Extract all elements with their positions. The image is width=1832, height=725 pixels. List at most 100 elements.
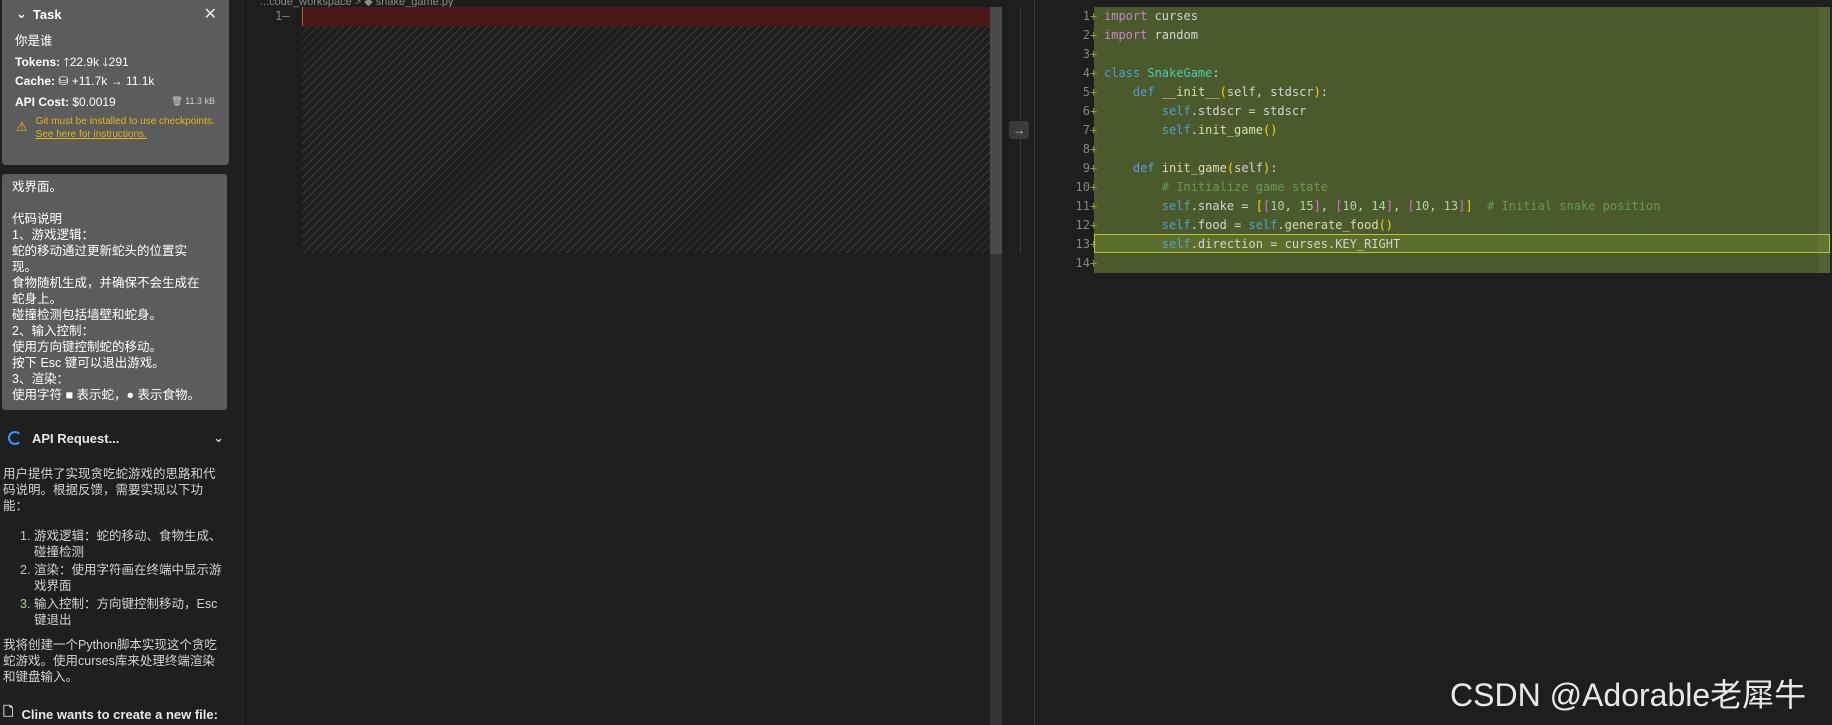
list-item: 2. 渲染：使用字符画在终端中显示游戏界面 (20, 563, 222, 593)
list-item: 1. 游戏逻辑：蛇的移动、食物生成、碰撞检测 (20, 529, 222, 559)
tokens-row: Tokens: 🡑22.9k 🡓291 (15, 53, 129, 74)
removed-line (302, 7, 1002, 26)
warning-icon: ⚠ (16, 119, 28, 134)
added-marker: + (1090, 256, 1098, 270)
added-marker: + (1090, 218, 1098, 232)
code-text: self.food = self.generate_food() (1161, 218, 1394, 232)
code-line[interactable]: 2+ import random (1036, 26, 1198, 45)
size-badge-label: 11.3 kB (185, 96, 215, 106)
card-line: 蛇的移动通过更新蛇头的位置实 (12, 244, 188, 258)
line-number: 10 (1075, 180, 1090, 194)
chevron-down-icon: ⌄ (213, 430, 224, 445)
line-number: 14 (1075, 256, 1090, 270)
chevron-down-icon: ⌄ (16, 6, 27, 21)
added-marker: + (1090, 142, 1098, 156)
list-item: 3. 输入控制：方向键控制移动，Esc键退出 (20, 597, 218, 627)
scrollbar-track[interactable] (1818, 7, 1832, 273)
scrollbar-thumb[interactable] (990, 7, 1002, 254)
requirement-list: 1. 游戏逻辑：蛇的移动、食物生成、碰撞检测 2. 渲染：使用字符画在终端中显示游戏… (20, 528, 225, 630)
cache-row: Cache: ⛁ +11.7k → 11.1k (15, 74, 154, 88)
code-line[interactable]: 12+ self.food = self.generate_food() (1036, 216, 1393, 235)
size-badge[interactable]: 🗑 11.3 kB (171, 96, 215, 107)
added-marker: + (1090, 66, 1098, 80)
line-number: 12 (1075, 218, 1090, 232)
assistant-message-card: 戏界面。 代码说明 1、游戏逻辑： 蛇的移动通过更新蛇头的位置实 现。 食物随机… (2, 174, 227, 410)
code-line[interactable]: 13+ self.direction = curses.KEY_RIGHT (1036, 235, 1401, 254)
line-number: 5 (1082, 85, 1090, 99)
code-line[interactable]: 3+ (1036, 45, 1104, 64)
added-marker: + (1090, 123, 1098, 137)
cost-label: API Cost: (15, 95, 69, 109)
diff-divider (1034, 0, 1035, 725)
task-header: ⌄ Task ✕ 你是谁 Tokens: 🡑22.9k 🡓291 Cache: … (2, 0, 229, 165)
task-title: Task (32, 6, 62, 22)
new-file-icon: 🗋 (3, 704, 14, 719)
empty-diff-region (302, 26, 1001, 253)
code-text: import curses (1104, 9, 1198, 23)
code-line[interactable]: 6+ self.stdscr = stdscr (1036, 102, 1307, 121)
new-file-label: Cline wants to create a new file: (21, 706, 218, 722)
close-icon[interactable]: ✕ (204, 4, 217, 24)
revert-arrow-icon[interactable]: → (1009, 121, 1029, 139)
code-line[interactable]: 9+ def init_game(self): (1036, 159, 1278, 178)
line-number: 3 (1082, 47, 1090, 61)
api-request-row[interactable]: API Request... ⌄ (8, 430, 224, 446)
card-line: 使用字符 ■ 表示蛇，● 表示食物。 (12, 388, 201, 402)
cache-read: 11.1k (125, 74, 155, 88)
added-marker: + (1090, 85, 1098, 99)
added-marker: + (1090, 199, 1098, 213)
code-text: class SnakeGame: (1104, 66, 1220, 80)
code-line[interactable]: 8+ (1036, 140, 1104, 159)
line-number: 8 (1082, 142, 1090, 156)
added-marker: + (1090, 47, 1098, 61)
line-number: 7 (1082, 123, 1090, 137)
added-marker: + (1090, 28, 1098, 42)
new-file-notice: 🗋 Cline wants to create a new file: (3, 703, 218, 725)
code-text: self.stdscr = stdscr (1161, 104, 1307, 118)
code-text: def init_game(self): (1132, 161, 1278, 175)
code-line[interactable]: 10+ # Initialize game state (1036, 178, 1328, 197)
card-line: 戏界面。 (12, 180, 63, 194)
instructions-link[interactable]: See here for instructions. (36, 129, 147, 140)
line-number: 2 (1082, 28, 1090, 42)
code-text: import random (1104, 28, 1198, 42)
code-line[interactable]: 11+ self.snake = [[10, 15], [10, 14], [1… (1036, 197, 1661, 216)
code-text: self.init_game() (1161, 123, 1278, 137)
cline-sidebar: ⌄ Task ✕ 你是谁 Tokens: 🡑22.9k 🡓291 Cache: … (0, 0, 242, 725)
added-marker: + (1090, 104, 1098, 118)
code-line[interactable]: 1+ import curses (1036, 7, 1198, 26)
trash-icon: 🗑 (171, 96, 183, 106)
line-number: 9 (1082, 161, 1090, 175)
cache-write: +11.7k (71, 74, 108, 88)
added-marker: + (1090, 9, 1098, 23)
tokens-down: 291 (108, 55, 129, 69)
response-outro: 我将创建一个Python脚本实现这个贪吃蛇游戏。使用curses库来处理终端渲染… (3, 638, 217, 684)
line-number: 13 (1075, 237, 1090, 251)
code-line[interactable]: 4+ class SnakeGame: (1036, 64, 1220, 83)
code-line[interactable]: 7+ self.init_game() (1036, 121, 1278, 140)
cache-label: Cache: (15, 74, 56, 88)
cost-value: $0.0019 (72, 95, 116, 109)
code-text: # Initialize game state (1161, 180, 1328, 194)
watermark: CSDN @Adorable老犀牛 (1450, 677, 1807, 713)
tokens-label: Tokens: (15, 55, 61, 69)
code-text: def __init__(self, stdscr): (1132, 85, 1329, 99)
code-text: self.direction = curses.KEY_RIGHT (1161, 237, 1401, 251)
added-marker: + (1090, 161, 1098, 175)
code-line[interactable]: 14+ (1036, 254, 1104, 273)
line-number: 4 (1082, 66, 1090, 80)
code-line[interactable]: 5+ def __init__(self, stdscr): (1036, 83, 1328, 102)
warning-text: Git must be installed to use checkpoints… (35, 116, 215, 127)
line-number: 1— (275, 9, 290, 23)
added-marker: + (1090, 180, 1098, 194)
task-toggle[interactable]: ⌄ Task (16, 6, 62, 22)
response-intro: 用户提供了实现贪吃蛇游戏的思路和代码说明。根据反馈，需要实现以下功能： (3, 467, 216, 513)
cost-row: API Cost: $0.0019 (15, 95, 116, 109)
arrow-right-icon: → (110, 74, 123, 88)
line-number: 11 (1075, 199, 1090, 213)
line-number: 6 (1082, 104, 1090, 118)
checkpoint-warning: ⚠ Git must be installed to use checkpoin… (16, 115, 226, 141)
added-marker: + (1090, 237, 1098, 251)
code-text: self.snake = [[10, 15], [10, 14], [10, 1… (1161, 199, 1661, 213)
database-icon: ⛁ (58, 74, 69, 88)
